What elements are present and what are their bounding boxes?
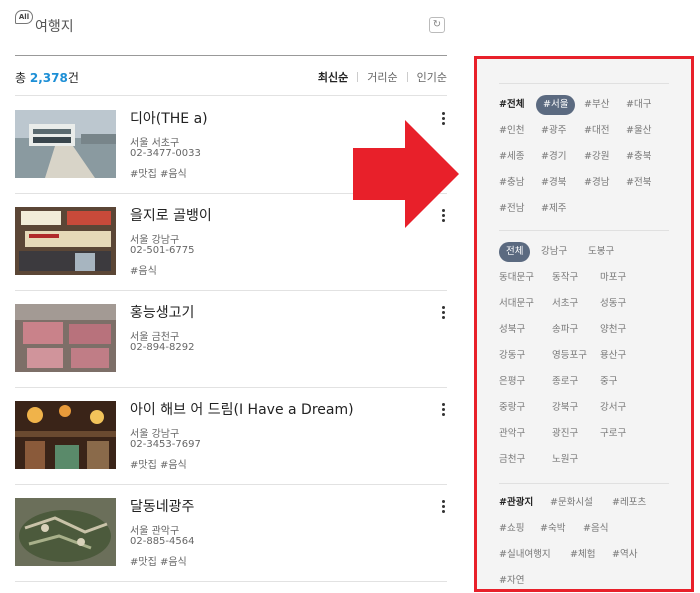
region-tag[interactable]: #충남 (499, 170, 541, 196)
district-tag[interactable]: 용산구 (600, 343, 644, 369)
place-thumbnail[interactable] (15, 498, 116, 566)
region-tag[interactable]: #전북 (626, 170, 666, 196)
place-tags: #맛집 #음식 (130, 557, 187, 568)
place-phone: 02-3477-0033 (130, 148, 201, 159)
place-region: 서울 서초구 (130, 138, 180, 149)
refresh-icon[interactable]: ↻ (429, 17, 445, 33)
place-name[interactable]: 아이 해브 어 드림(I Have a Dream) (130, 399, 354, 419)
district-tag[interactable]: 노원구 (552, 447, 600, 473)
page-title: 여행지 (35, 19, 74, 35)
more-options-icon[interactable] (439, 500, 447, 516)
place-region: 서울 관악구 (130, 526, 180, 537)
region-tag[interactable]: #제주 (541, 196, 584, 222)
region-tag[interactable]: #세종 (499, 144, 541, 170)
region-tag[interactable]: #강원 (584, 144, 626, 170)
district-tag[interactable]: 서초구 (552, 291, 600, 317)
region-tag[interactable]: #서울 (536, 92, 584, 118)
list-item[interactable]: 아이 해브 어 드림(I Have a Dream) 서울 강남구 02-345… (15, 388, 447, 485)
category-tag[interactable]: #음식 (583, 516, 627, 542)
sort-distance[interactable]: 거리순 (367, 69, 397, 85)
sort-options: 최신순 거리순 인기순 (318, 69, 447, 85)
place-phone: 02-3453-7697 (130, 439, 201, 450)
district-tag[interactable]: 도봉구 (588, 239, 632, 265)
region-tag[interactable]: #광주 (541, 118, 584, 144)
district-tag[interactable]: 성북구 (499, 317, 552, 343)
category-tag[interactable]: #관광지 (499, 490, 550, 516)
place-thumbnail[interactable] (15, 304, 116, 372)
place-region: 서울 강남구 (130, 235, 180, 246)
place-name[interactable]: 을지로 골뱅이 (130, 205, 212, 225)
region-tag[interactable]: #경기 (541, 144, 584, 170)
list-item[interactable]: 달동네광주 서울 관악구 02-885-4564 #맛집 #음식 (15, 485, 447, 582)
category-tag[interactable]: #실내여행지 (499, 542, 570, 568)
more-options-icon[interactable] (439, 403, 447, 419)
district-tag[interactable]: 영등포구 (552, 343, 600, 369)
place-thumbnail[interactable] (15, 401, 116, 469)
district-tag[interactable]: 서대문구 (499, 291, 552, 317)
place-tags: #음식 (130, 266, 157, 277)
district-tag[interactable]: 성동구 (600, 291, 644, 317)
place-tags: #맛집 #음식 (130, 460, 187, 471)
place-region: 서울 강남구 (130, 429, 180, 440)
arrow-right-icon (353, 120, 459, 228)
category-tag[interactable]: #역사 (612, 542, 654, 568)
place-phone: 02-894-8292 (130, 342, 195, 353)
region-filter: #전체 #서울 #부산 #대구 #인천 #광주 #대전 #울산 #세종 #경기 … (499, 83, 669, 227)
category-tag[interactable]: #레포츠 (612, 490, 664, 516)
place-thumbnail[interactable] (15, 110, 116, 178)
place-name[interactable]: 홍능생고기 (130, 302, 194, 322)
result-summary: 총 2,378건 최신순 거리순 인기순 (15, 66, 447, 96)
category-tag[interactable]: #문화시설 (550, 490, 612, 516)
more-options-icon[interactable] (439, 306, 447, 322)
region-tag[interactable]: #전남 (499, 196, 541, 222)
category-tag[interactable]: #쇼핑 (499, 516, 540, 542)
region-tag[interactable]: #대전 (584, 118, 626, 144)
region-tag[interactable]: #경북 (541, 170, 584, 196)
district-tag[interactable]: 마포구 (600, 265, 644, 291)
sort-popular[interactable]: 인기순 (417, 69, 447, 85)
total-count: 총 2,378건 (15, 71, 79, 85)
region-tag[interactable]: #충북 (626, 144, 666, 170)
place-region: 서울 금천구 (130, 332, 180, 343)
place-phone: 02-501-6775 (130, 245, 195, 256)
district-tag[interactable]: 금천구 (499, 447, 552, 473)
district-tag[interactable]: 강북구 (552, 395, 600, 421)
district-tag[interactable]: 동작구 (552, 265, 600, 291)
region-tag[interactable]: #대구 (626, 92, 666, 118)
region-tag[interactable]: #경남 (584, 170, 626, 196)
place-name[interactable]: 디아(THE a) (130, 108, 208, 128)
district-tag[interactable]: 은평구 (499, 369, 552, 395)
category-tag[interactable]: #자연 (499, 568, 541, 593)
district-tag[interactable]: 강남구 (541, 239, 588, 265)
district-tag[interactable]: 동대문구 (499, 265, 552, 291)
district-tag[interactable]: 전체 (499, 239, 541, 265)
district-tag[interactable]: 종로구 (552, 369, 600, 395)
region-tag[interactable]: #부산 (584, 92, 626, 118)
district-tag[interactable]: 구로구 (600, 421, 644, 447)
category-filter: #관광지 #문화시설 #레포츠 #쇼핑 #숙박 #음식 #실내여행지 #체험 #… (499, 483, 669, 589)
district-tag[interactable]: 중랑구 (499, 395, 552, 421)
list-item[interactable]: 홍능생고기 서울 금천구 02-894-8292 (15, 291, 447, 388)
filter-panel: #전체 #서울 #부산 #대구 #인천 #광주 #대전 #울산 #세종 #경기 … (474, 56, 694, 592)
place-tags: #맛집 #음식 (130, 169, 187, 180)
place-name[interactable]: 달동네광주 (130, 496, 194, 516)
district-tag[interactable]: 관악구 (499, 421, 552, 447)
category-tag[interactable]: #체험 (570, 542, 612, 568)
category-tag[interactable]: #숙박 (540, 516, 583, 542)
all-badge: All (15, 10, 33, 24)
sort-latest[interactable]: 최신순 (318, 69, 348, 85)
region-tag[interactable]: #울산 (626, 118, 666, 144)
district-tag[interactable]: 강서구 (600, 395, 644, 421)
district-tag[interactable]: 중구 (600, 369, 644, 395)
place-phone: 02-885-4564 (130, 536, 195, 547)
place-thumbnail[interactable] (15, 207, 116, 275)
district-tag[interactable]: 강동구 (499, 343, 552, 369)
page-header: All 여행지 ↻ (15, 10, 447, 56)
district-filter: 전체 강남구 도봉구 동대문구 동작구 마포구 서대문구 서초구 성동구 성북구… (499, 230, 669, 472)
region-tag[interactable]: #전체 (499, 92, 536, 118)
district-tag[interactable]: 양천구 (600, 317, 644, 343)
district-tag[interactable]: 송파구 (552, 317, 600, 343)
district-tag[interactable]: 광진구 (552, 421, 600, 447)
region-tag[interactable]: #인천 (499, 118, 541, 144)
